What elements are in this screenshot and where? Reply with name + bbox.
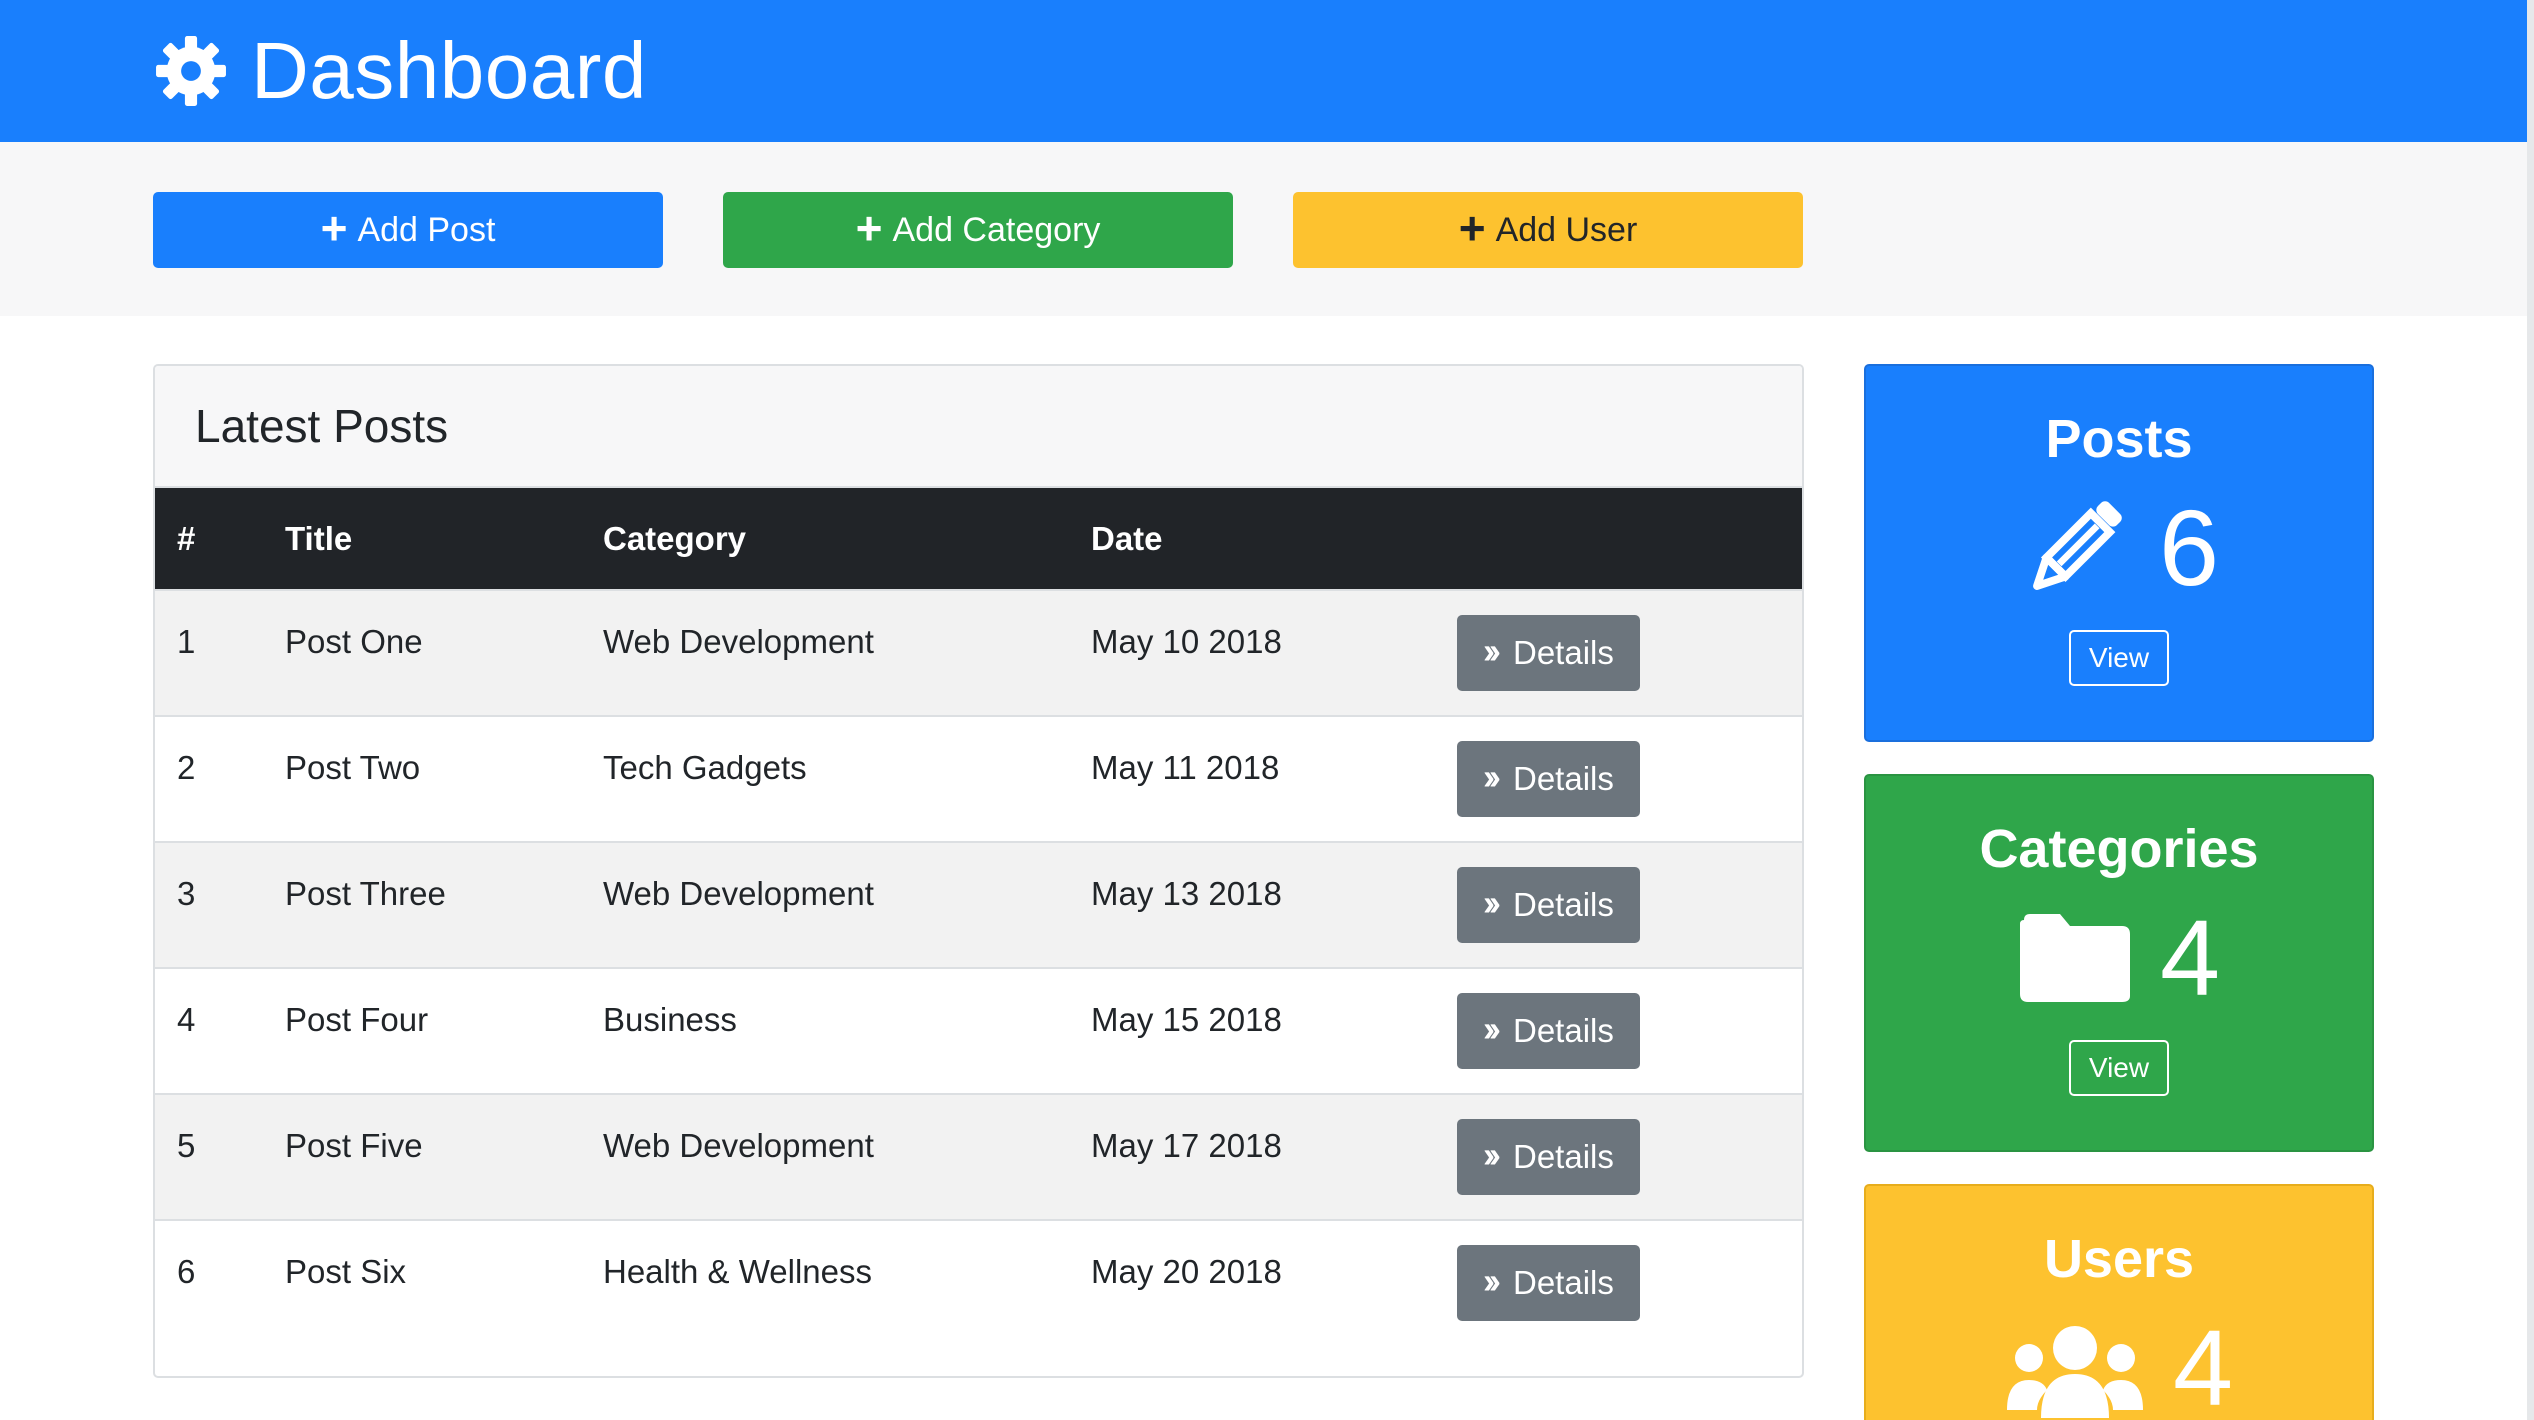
add-user-button[interactable]: + Add User bbox=[1293, 192, 1803, 268]
details-button[interactable]: ›› Details bbox=[1457, 1119, 1640, 1195]
row-date: May 13 2018 bbox=[1091, 875, 1282, 912]
users-icon bbox=[2005, 1318, 2145, 1418]
row-actions: ›› Details bbox=[1457, 842, 1802, 968]
plus-icon: + bbox=[320, 202, 348, 254]
table-row: 4 Post Four Business May 15 2018 ›› Deta… bbox=[155, 968, 1802, 1094]
row-actions: ›› Details bbox=[1457, 1220, 1802, 1346]
row-actions: ›› Details bbox=[1457, 716, 1802, 842]
pencil-icon bbox=[2019, 492, 2131, 604]
row-title: Post Six bbox=[285, 1253, 407, 1290]
table-row: 1 Post One Web Development May 10 2018 ›… bbox=[155, 590, 1802, 716]
row-number: 4 bbox=[177, 1001, 196, 1038]
row-number: 5 bbox=[177, 1127, 196, 1164]
categories-count: 4 bbox=[2159, 897, 2221, 1018]
posts-count: 6 bbox=[2158, 487, 2220, 608]
folder-icon bbox=[2018, 912, 2132, 1004]
row-actions: ›› Details bbox=[1457, 590, 1802, 716]
row-date: May 17 2018 bbox=[1091, 1127, 1282, 1164]
posts-stat-card: Posts 6 View bbox=[1864, 364, 2374, 742]
add-post-button[interactable]: + Add Post bbox=[153, 192, 663, 268]
actions-bar: + Add Post + Add Category + Add User bbox=[0, 142, 2527, 316]
row-number: 6 bbox=[177, 1253, 196, 1290]
details-button[interactable]: ›› Details bbox=[1457, 1245, 1640, 1321]
row-title: Post Two bbox=[285, 749, 421, 786]
row-category: Web Development bbox=[603, 1127, 874, 1164]
column-header-actions bbox=[1457, 488, 1802, 590]
users-stat-title: Users bbox=[2043, 1229, 2195, 1289]
details-button[interactable]: ›› Details bbox=[1457, 993, 1640, 1069]
add-category-label: Add Category bbox=[892, 211, 1101, 249]
row-category: Web Development bbox=[603, 875, 874, 912]
details-label: Details bbox=[1512, 1264, 1614, 1301]
row-date: May 20 2018 bbox=[1091, 1253, 1282, 1290]
row-date: May 10 2018 bbox=[1091, 623, 1282, 660]
plus-icon: + bbox=[855, 202, 883, 254]
latest-posts-header: Latest Posts bbox=[155, 366, 1802, 488]
categories-stat-card: Categories 4 View bbox=[1864, 774, 2374, 1152]
double-chevron-right-icon: ›› bbox=[1483, 1260, 1501, 1301]
details-label: Details bbox=[1512, 886, 1614, 923]
double-chevron-right-icon: ›› bbox=[1483, 630, 1501, 671]
table-row: 6 Post Six Health & Wellness May 20 2018… bbox=[155, 1220, 1802, 1346]
row-date: May 11 2018 bbox=[1091, 749, 1280, 786]
row-number: 3 bbox=[177, 875, 196, 912]
table-header-row: # Title Category Date bbox=[155, 488, 1802, 590]
row-actions: ›› Details bbox=[1457, 1094, 1802, 1220]
dashboard-page: Dashboard + Add Post + Add Category + Ad… bbox=[0, 0, 2534, 1420]
table-row: 5 Post Five Web Development May 17 2018 … bbox=[155, 1094, 1802, 1220]
view-categories-button[interactable]: View bbox=[2068, 1040, 2170, 1096]
column-header-title: Title bbox=[285, 519, 353, 557]
details-button[interactable]: ›› Details bbox=[1457, 867, 1640, 943]
row-number: 2 bbox=[177, 749, 196, 786]
column-header-category: Category bbox=[603, 519, 747, 557]
add-category-button[interactable]: + Add Category bbox=[723, 192, 1233, 268]
users-count: 4 bbox=[2172, 1307, 2234, 1420]
categories-stat-title: Categories bbox=[1979, 819, 2259, 879]
details-label: Details bbox=[1512, 1012, 1614, 1049]
top-header: Dashboard bbox=[0, 0, 2527, 142]
details-button[interactable]: ›› Details bbox=[1457, 615, 1640, 691]
double-chevron-right-icon: ›› bbox=[1483, 756, 1501, 797]
row-actions: ›› Details bbox=[1457, 968, 1802, 1094]
row-number: 1 bbox=[177, 623, 196, 660]
details-label: Details bbox=[1512, 634, 1614, 671]
view-posts-button[interactable]: View bbox=[2068, 630, 2170, 686]
double-chevron-right-icon: ›› bbox=[1483, 1134, 1501, 1175]
row-date: May 15 2018 bbox=[1091, 1001, 1282, 1038]
double-chevron-right-icon: ›› bbox=[1483, 882, 1501, 923]
posts-stat-title: Posts bbox=[2045, 409, 2193, 469]
row-category: Health & Wellness bbox=[603, 1253, 873, 1290]
row-title: Post Four bbox=[285, 1001, 429, 1038]
users-stat-row: 4 bbox=[1866, 1308, 2372, 1420]
column-header-date: Date bbox=[1091, 519, 1163, 557]
details-button[interactable]: ›› Details bbox=[1457, 741, 1640, 817]
viewport: Dashboard + Add Post + Add Category + Ad… bbox=[0, 0, 2527, 1420]
details-label: Details bbox=[1512, 760, 1614, 797]
posts-table: # Title Category Date 1 Post One Web Dev… bbox=[155, 488, 1802, 1346]
row-title: Post Five bbox=[285, 1127, 423, 1164]
add-user-label: Add User bbox=[1495, 211, 1638, 249]
double-chevron-right-icon: ›› bbox=[1483, 1008, 1501, 1049]
latest-posts-title: Latest Posts bbox=[195, 400, 449, 452]
users-stat-card: Users 4 bbox=[1864, 1184, 2374, 1420]
brand: Dashboard bbox=[153, 20, 647, 122]
row-category: Tech Gadgets bbox=[603, 749, 807, 786]
categories-stat-row: 4 bbox=[1866, 898, 2372, 1018]
latest-posts-card: Latest Posts # Title Category Date 1 Pos… bbox=[153, 364, 1804, 1378]
gear-icon bbox=[153, 33, 229, 109]
row-title: Post One bbox=[285, 623, 423, 660]
column-header-number: # bbox=[177, 519, 196, 557]
posts-stat-row: 6 bbox=[1866, 488, 2372, 608]
row-category: Business bbox=[603, 1001, 737, 1038]
plus-icon: + bbox=[1458, 202, 1486, 254]
page-title: Dashboard bbox=[251, 26, 647, 115]
window-edge bbox=[2527, 0, 2534, 1420]
table-row: 3 Post Three Web Development May 13 2018… bbox=[155, 842, 1802, 968]
row-title: Post Three bbox=[285, 875, 446, 912]
table-row: 2 Post Two Tech Gadgets May 11 2018 ›› D… bbox=[155, 716, 1802, 842]
details-label: Details bbox=[1512, 1138, 1614, 1175]
add-post-label: Add Post bbox=[357, 211, 496, 249]
row-category: Web Development bbox=[603, 623, 874, 660]
